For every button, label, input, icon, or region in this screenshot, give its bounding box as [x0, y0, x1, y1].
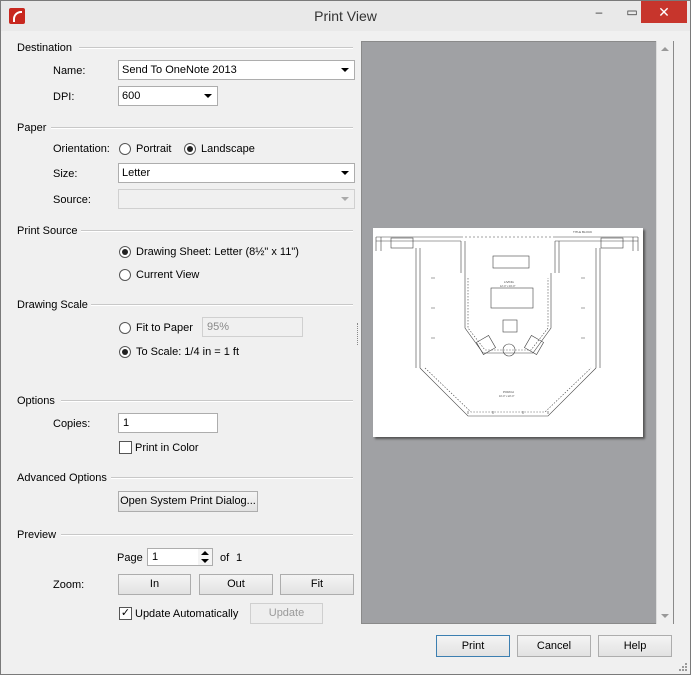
update-button: Update — [250, 603, 323, 624]
size-label: Size: — [53, 168, 78, 180]
portrait-radio[interactable] — [119, 143, 131, 155]
zoom-fit-button[interactable]: Fit — [280, 574, 354, 595]
zoom-in-button[interactable]: In — [118, 574, 191, 595]
zoom-out-button[interactable]: Out — [199, 574, 273, 595]
help-button[interactable]: Help — [598, 635, 672, 657]
resize-grip-icon[interactable] — [677, 661, 687, 671]
plan-title-block: TITLE BLOCK — [573, 230, 592, 234]
page-number-input[interactable]: 1 — [147, 548, 199, 566]
page-label: Page — [117, 552, 143, 564]
page-spinner[interactable] — [198, 548, 213, 566]
plan-room-living-size: 12'-0" x 16'-0" — [500, 285, 515, 288]
printer-name-value: Send To OneNote 2013 — [122, 64, 237, 76]
options-section-label: Options — [17, 395, 55, 407]
preview-divider — [61, 534, 353, 536]
scroll-up-icon[interactable] — [661, 47, 669, 51]
destination-divider — [79, 47, 353, 49]
minimize-icon[interactable]: – — [582, 1, 616, 23]
current-view-radio[interactable] — [119, 269, 131, 281]
print-source-section-label: Print Source — [17, 225, 78, 237]
drawing-scale-section-label: Drawing Scale — [17, 299, 88, 311]
chevron-down-icon — [341, 197, 349, 201]
of-label: of — [220, 552, 230, 564]
preview-scrollbar[interactable] — [656, 41, 673, 624]
plan-room-porch: PORCH — [503, 390, 514, 394]
drawing-scale-divider — [91, 304, 353, 306]
plan-room-living: LIVING — [504, 280, 515, 284]
print-in-color-label[interactable]: Print in Color — [135, 442, 199, 454]
to-scale-label[interactable]: To Scale: 1/4 in = 1 ft — [136, 346, 239, 358]
floor-plan-drawing: TITLE BLOCK LIVING 12'-0" x 16'-0" PORCH… — [375, 230, 639, 417]
fit-to-paper-label[interactable]: Fit to Paper — [136, 322, 193, 334]
paper-source-select — [118, 189, 355, 209]
zoom-label: Zoom: — [53, 579, 85, 591]
open-system-print-dialog-button[interactable]: Open System Print Dialog... — [118, 491, 258, 512]
landscape-label[interactable]: Landscape — [201, 143, 255, 155]
scroll-down-icon[interactable] — [661, 614, 669, 618]
cancel-button[interactable]: Cancel — [517, 635, 591, 657]
orientation-label: Orientation: — [53, 143, 110, 155]
title-bar[interactable]: Print View – ▭ ✕ — [1, 1, 690, 31]
preview-section-label: Preview — [17, 529, 57, 541]
splitter-grip[interactable] — [357, 323, 360, 345]
chevron-down-icon — [204, 94, 212, 98]
current-view-label[interactable]: Current View — [136, 269, 199, 281]
update-automatically-label[interactable]: Update Automatically — [135, 608, 238, 620]
fit-to-paper-radio[interactable] — [119, 322, 131, 334]
chevron-down-icon — [341, 171, 349, 175]
destination-section-label: Destination — [17, 42, 73, 54]
page-count: 1 — [236, 552, 243, 564]
paper-section-label: Paper — [17, 122, 47, 134]
print-view-window: Print View – ▭ ✕ Destination Name: Send … — [0, 0, 691, 675]
paper-size-select[interactable]: Letter — [118, 163, 355, 183]
dpi-select[interactable]: 600 — [118, 86, 218, 106]
source-label: Source: — [53, 194, 91, 206]
landscape-radio[interactable] — [184, 143, 196, 155]
printer-name-select[interactable]: Send To OneNote 2013 — [118, 60, 355, 80]
to-scale-radio[interactable] — [119, 346, 131, 358]
print-button[interactable]: Print — [436, 635, 510, 657]
copies-label: Copies: — [53, 418, 91, 430]
dpi-value: 600 — [122, 90, 141, 102]
update-automatically-checkbox[interactable]: ✓ — [119, 607, 132, 620]
chevron-down-icon — [341, 68, 349, 72]
preview-page: TITLE BLOCK LIVING 12'-0" x 16'-0" PORCH… — [373, 228, 643, 437]
copies-input[interactable]: 1 — [118, 413, 218, 433]
paper-size-value: Letter — [122, 167, 151, 179]
plan-room-porch-size: 10'-0" x 22'-0" — [499, 395, 514, 398]
close-icon[interactable]: ✕ — [641, 1, 687, 23]
dpi-label: DPI: — [53, 91, 75, 103]
fit-percent-input: 95% — [202, 317, 303, 337]
print-source-divider — [81, 230, 353, 232]
name-label: Name: — [53, 65, 86, 77]
spin-down-icon[interactable] — [201, 559, 209, 563]
options-divider — [61, 400, 353, 402]
portrait-label[interactable]: Portrait — [136, 143, 171, 155]
spin-up-icon[interactable] — [201, 551, 209, 555]
drawing-sheet-radio[interactable] — [119, 246, 131, 258]
print-in-color-checkbox[interactable] — [119, 441, 132, 454]
paper-divider — [51, 127, 353, 129]
drawing-sheet-label[interactable]: Drawing Sheet: Letter (8½" x 11") — [136, 246, 299, 258]
advanced-options-section-label: Advanced Options — [17, 472, 107, 484]
advanced-options-divider — [111, 477, 353, 479]
